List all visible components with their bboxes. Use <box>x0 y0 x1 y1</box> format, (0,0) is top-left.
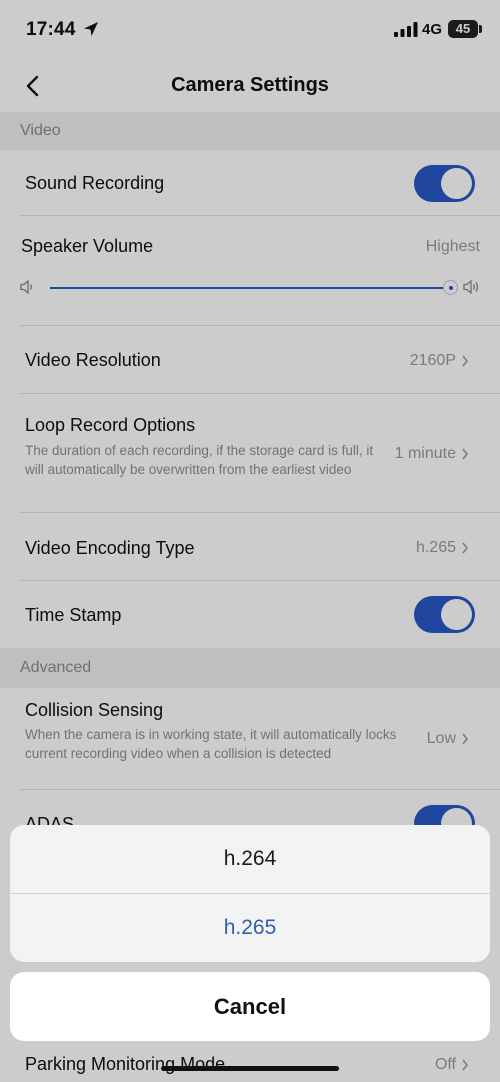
option-h265-selected[interactable]: h.265 <box>10 894 490 962</box>
option-h264[interactable]: h.264 <box>10 825 490 893</box>
encoding-action-sheet: h.264 h.265 <box>10 825 490 962</box>
cancel-button[interactable]: Cancel <box>10 972 490 1041</box>
home-indicator <box>161 1066 339 1071</box>
